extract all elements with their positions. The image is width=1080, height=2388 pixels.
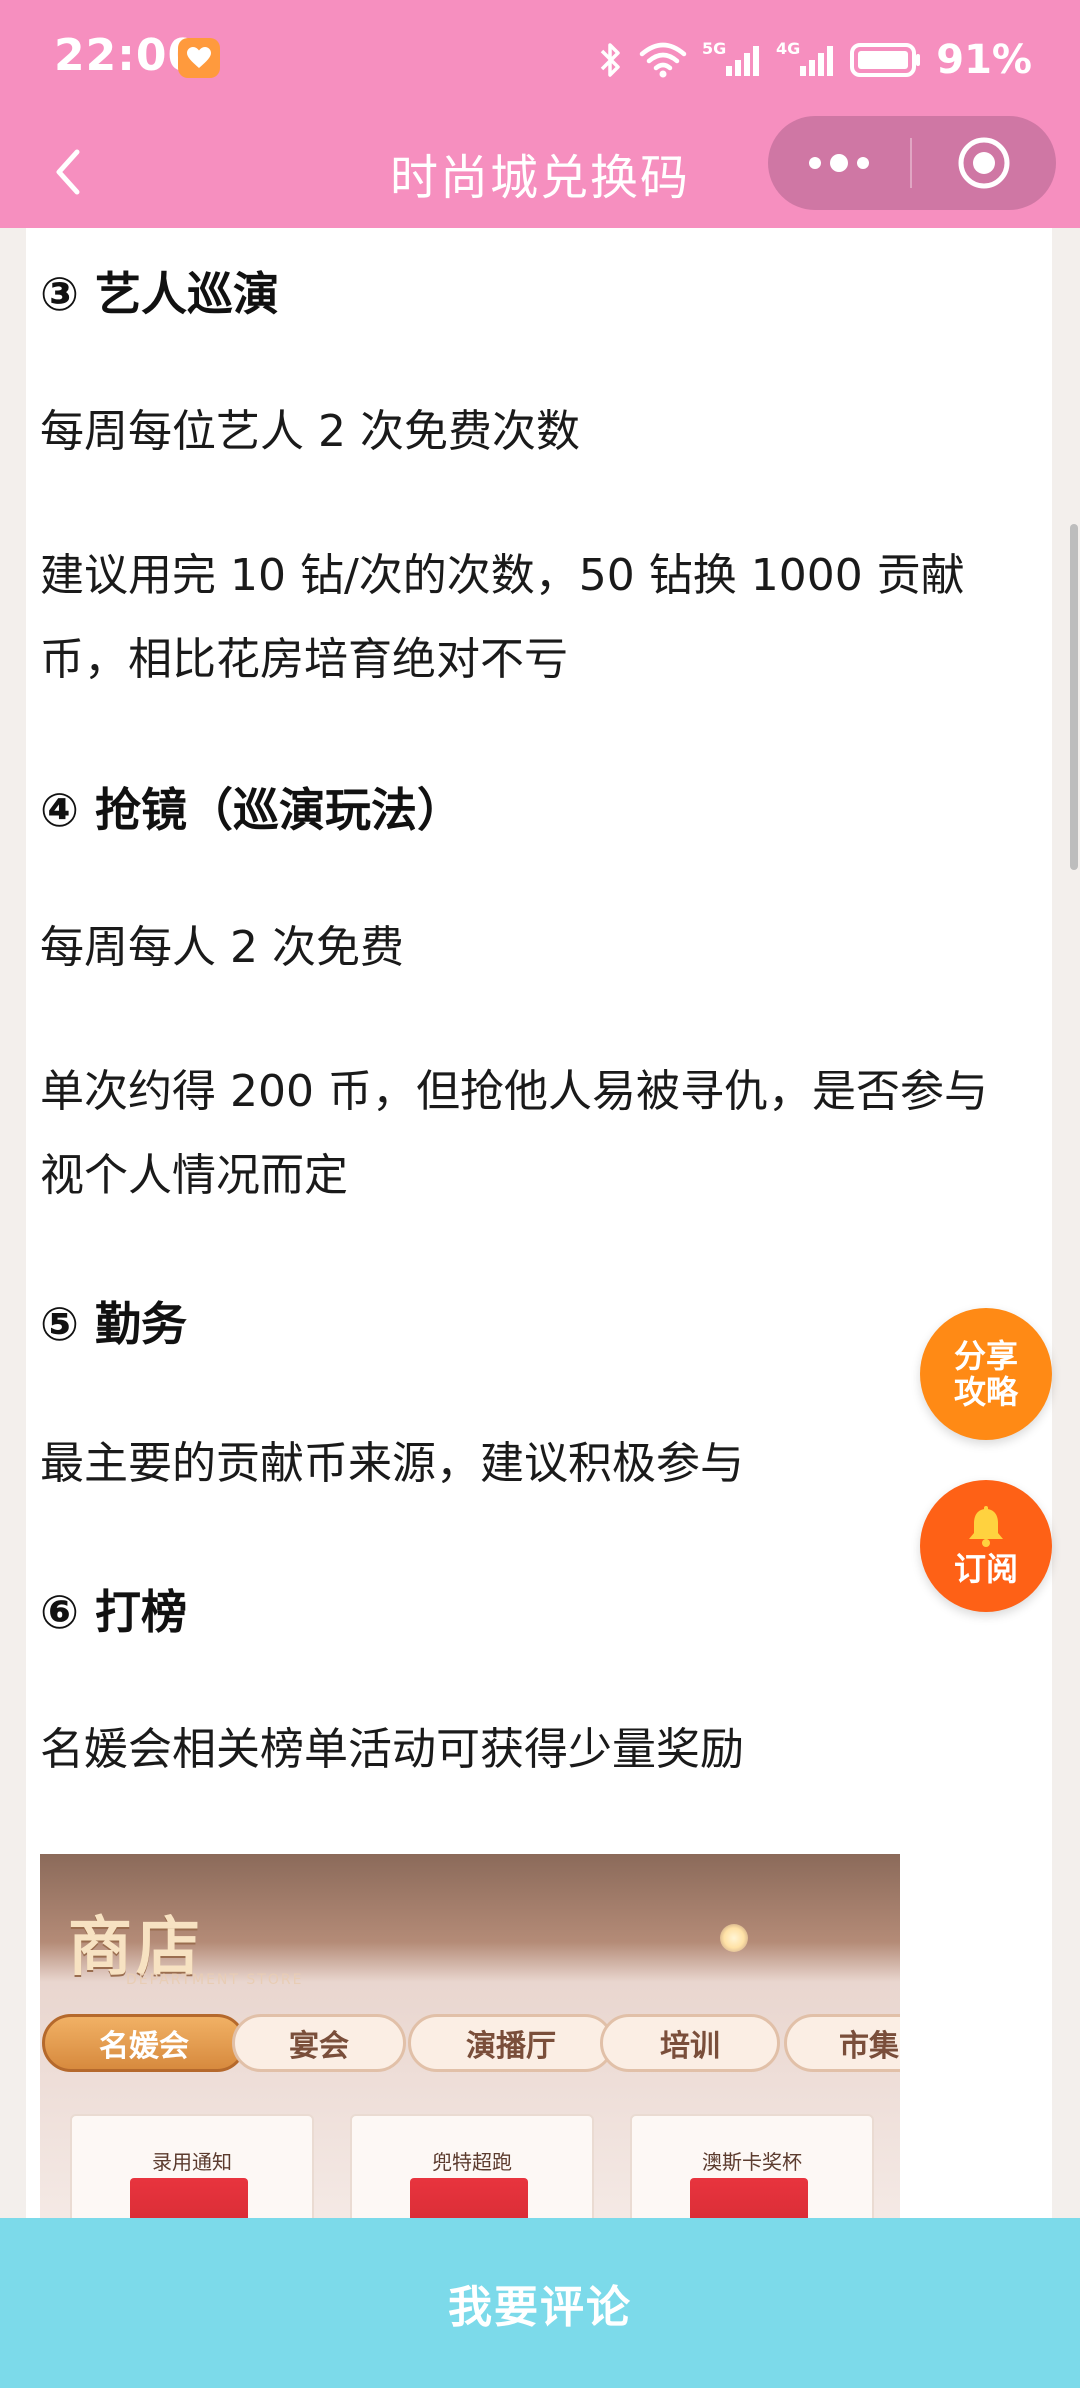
shop-item-label: 澳斯卡奖杯 xyxy=(702,2150,802,2174)
subscribe-label: 订阅 xyxy=(953,1550,1018,1588)
network-label-4g: 4G xyxy=(776,40,800,58)
battery-icon xyxy=(850,43,921,77)
status-icons: 5G 4G 91% xyxy=(598,34,1032,86)
section-heading: ⑤ 勤务 xyxy=(40,1297,187,1351)
comment-label: 我要评论 xyxy=(448,2282,632,2333)
bell-icon xyxy=(969,1506,1003,1547)
shop-tabs: 名媛会 宴会 演播厅 培训 市集 xyxy=(40,2014,900,2076)
signal-4g-icon: 4G xyxy=(776,40,834,76)
paragraph: 建议用完 10 钻/次的次数，50 钻换 1000 贡献币，相比花房培育绝对不亏 xyxy=(40,550,965,685)
glow-decoration xyxy=(720,1924,748,1952)
paragraph: 每周每人 2 次免费 xyxy=(40,922,404,973)
bluetooth-icon xyxy=(601,43,620,77)
shop-subtitle: DEPARTMENT STORE xyxy=(126,1972,304,1988)
article-image-shop[interactable]: 商店 DEPARTMENT STORE 名媛会 宴会 演播厅 培训 市集 录用通… xyxy=(40,1854,900,2254)
section-heading: ③ 艺人巡演 xyxy=(40,267,279,321)
scrollbar-thumb[interactable] xyxy=(1070,524,1078,870)
paragraph: 单次约得 200 币，但抢他人易被寻仇，是否参与视个人情况而定 xyxy=(40,1066,988,1201)
paragraph: 名媛会相关榜单活动可获得少量奖励 xyxy=(40,1724,744,1775)
battery-percent: 91% xyxy=(936,37,1032,83)
target-circle-icon xyxy=(958,137,1010,189)
share-guide-button[interactable]: 分享 攻略 xyxy=(920,1308,1052,1440)
paragraph: 每周每位艺人 2 次免费次数 xyxy=(40,406,580,457)
share-label-line2: 攻略 xyxy=(953,1373,1018,1411)
shop-tab: 宴会 xyxy=(232,2014,406,2072)
more-dots-icon xyxy=(809,154,869,172)
signal-5g-icon: 5G xyxy=(702,40,760,76)
write-comment-button[interactable]: 我要评论 xyxy=(0,2218,1080,2388)
shop-item-label: 录用通知 xyxy=(152,2150,232,2174)
section-heading: ④ 抢镜（巡演玩法） xyxy=(40,783,463,837)
article-card: ③ 艺人巡演 每周每位艺人 2 次免费次数 建议用完 10 钻/次的次数，50 … xyxy=(26,228,1052,2388)
paragraph: 最主要的贡献币来源，建议积极参与 xyxy=(40,1438,744,1489)
heart-app-icon xyxy=(178,38,220,78)
subscribe-button[interactable]: 订阅 xyxy=(920,1480,1052,1612)
wifi-icon xyxy=(640,42,687,78)
more-button[interactable] xyxy=(768,116,910,210)
section-heading: ⑥ 打榜 xyxy=(40,1585,187,1639)
shop-tab: 培训 xyxy=(600,2014,780,2072)
status-bar: 22:00 5G 4G 91% xyxy=(0,0,1080,120)
shop-tab-active: 名媛会 xyxy=(42,2014,246,2072)
close-mini-program-button[interactable] xyxy=(912,116,1056,210)
shop-item-label: 兜特超跑 xyxy=(432,2150,512,2174)
network-label-5g: 5G xyxy=(702,40,726,58)
shop-tab: 市集 xyxy=(784,2014,900,2072)
share-label-line1: 分享 xyxy=(953,1337,1018,1375)
mini-program-capsule xyxy=(768,116,1056,210)
shop-tab: 演播厅 xyxy=(408,2014,614,2072)
